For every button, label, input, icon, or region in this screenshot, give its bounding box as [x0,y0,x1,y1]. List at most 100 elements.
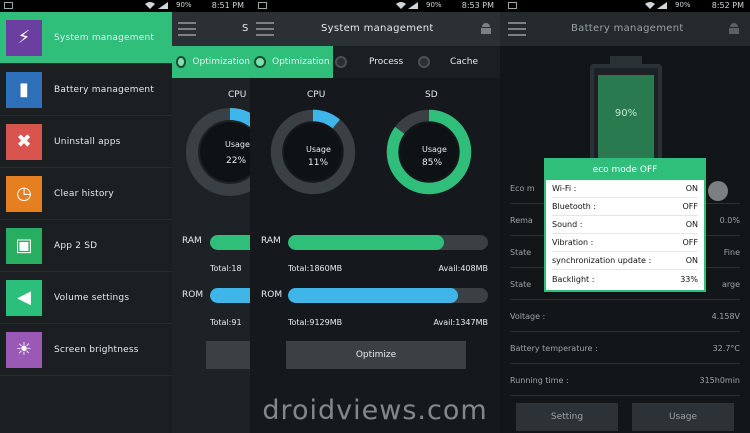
drawer-item[interactable]: ▮ Battery management [0,64,172,116]
ram-total: Total:18 [210,264,242,273]
menu-icon[interactable] [178,22,196,36]
tab-label: Optimization [272,57,330,67]
status-bar: 90% 8:53 PM [250,0,500,12]
drawer-item-label: Screen brightness [54,344,139,355]
popup-row: Vibration : OFF [552,234,698,252]
popup-row-label: Bluetooth : [552,202,597,211]
rom-bar [210,288,250,303]
status-time: 8:52 PM [711,1,744,10]
ram-avail: Avail:408MB [438,264,488,273]
status-bar: 90% 8:52 PM [500,0,750,12]
sd-usage-value: 85% [422,158,443,168]
popup-row: Sound : ON [552,216,698,234]
behind-title: S [242,23,249,34]
popup-row: synchronization update : ON [552,252,698,270]
android-icon[interactable] [478,21,494,37]
sd-usage-label: Usage [422,145,447,154]
ram-label: RAM [261,236,281,246]
popup-row-label: Sound : [552,220,583,229]
popup-row: Bluetooth : OFF [552,198,698,216]
drawer-item-label: App 2 SD [54,240,98,251]
behind-topbar: S [172,12,250,46]
trash-icon: ✖ [6,123,42,160]
status-time: 8:53 PM [461,1,494,10]
rom-total: Total:9129MB [288,318,343,327]
battery-info-label: Voltage : [510,312,546,321]
battery-info-row: Running time : 315h0min [510,366,740,396]
ram-label: RAM [182,236,202,246]
signal-icon [158,2,168,9]
cpu-usage-value: 11% [308,158,329,168]
drawer-item[interactable]: ☀ Screen brightness [0,324,172,376]
popup-row-value: ON [685,256,698,265]
panel-drawer: 90% 8:51 PM S Optimization CPU Usage 22%… [0,0,250,433]
drawer-item[interactable]: ▣ App 2 SD [0,220,172,272]
behind-tab-optimization[interactable]: Optimization [172,46,250,78]
tab-label: Cache [450,57,478,67]
popup-row-value: ON [685,220,698,229]
tab-optimization[interactable]: Optimization [250,46,333,78]
popup-row: Wi-Fi : ON [552,180,698,198]
cpu-label: CPU [228,90,247,100]
menu-icon[interactable] [508,22,526,36]
ram-total: Total:1860MB [288,264,343,273]
battery-cap [610,56,642,64]
rom-label: ROM [182,290,204,300]
battery-info-row: Battery temperature : 32.7°C [510,334,740,364]
tab-bar: Optimization Process Cache [250,46,500,78]
drawer-item[interactable]: ⚡ System management [0,12,172,64]
tab-label: Optimization [192,57,250,67]
eco-mode-toggle[interactable] [708,181,728,201]
watermark: droidviews.com [262,395,488,426]
cpu-usage-label: Usage [306,145,331,154]
panel-system-management: 90% 8:53 PM System management Optimizati… [250,0,500,433]
cpu-usage-label: Usage [225,140,250,149]
battery-percent-label: 90% [614,108,638,119]
radio-icon [335,56,347,68]
optimize-button[interactable]: Optimize [286,341,466,369]
behind-optimize-button[interactable] [206,341,250,369]
toolbar: System management [250,12,500,46]
tab-process[interactable]: Process [335,46,415,78]
drawer-item[interactable]: ◷ Clear history [0,168,172,220]
signal-icon [408,2,418,9]
battery-info-value: 315h0min [699,376,740,385]
battery-percent: 90% [176,1,192,9]
drawer-item-label: Clear history [54,188,114,199]
tab-label: Process [369,57,404,67]
battery-info-label: State [510,248,532,257]
popup-row-value: ON [685,184,698,193]
speaker-icon: ◀ [6,279,42,316]
popup-row-value: OFF [682,202,699,211]
rom-label: ROM [261,290,283,300]
signal-icon [657,2,667,9]
drawer-item[interactable]: ◀ Volume settings [0,272,172,324]
ram-bar [288,235,488,250]
popup-row-label: synchronization update : [552,256,652,265]
popup-row-label: Backlight : [552,274,595,284]
drawer-item-label: System management [54,32,155,43]
cpu-gauge [186,108,250,196]
brightness-icon: ☀ [6,331,42,368]
clock-icon: ◷ [6,175,42,212]
drawer-item-label: Battery management [54,84,155,95]
gallery-notification-icon [4,2,13,9]
android-icon[interactable] [726,21,742,37]
tab-cache[interactable]: Cache [418,46,498,78]
radio-icon [254,56,266,68]
status-time: 8:51 PM [211,1,244,10]
drawer-item-label: Uninstall apps [54,136,121,147]
rom-avail: Avail:1347MB [433,318,488,327]
navigation-drawer: ⚡ System management ▮ Battery management ✖ Un… [0,12,172,433]
battery-percent: 90% [675,1,691,9]
sd-label: SD [425,90,438,100]
drawer-item[interactable]: ✖ Uninstall apps [0,116,172,168]
wifi-icon [396,2,406,9]
menu-icon[interactable] [256,22,274,36]
battery-icon: ▮ [6,71,42,108]
rom-total: Total:91 [210,318,242,327]
eco-mode-popup: eco mode OFF Wi-Fi : ON Bluetooth : OFF Soun… [544,158,706,292]
battery-info-value: 0.0% [719,216,740,225]
popup-row: Backlight : 33% [552,270,698,288]
battery-info-label: Rema [510,216,533,225]
